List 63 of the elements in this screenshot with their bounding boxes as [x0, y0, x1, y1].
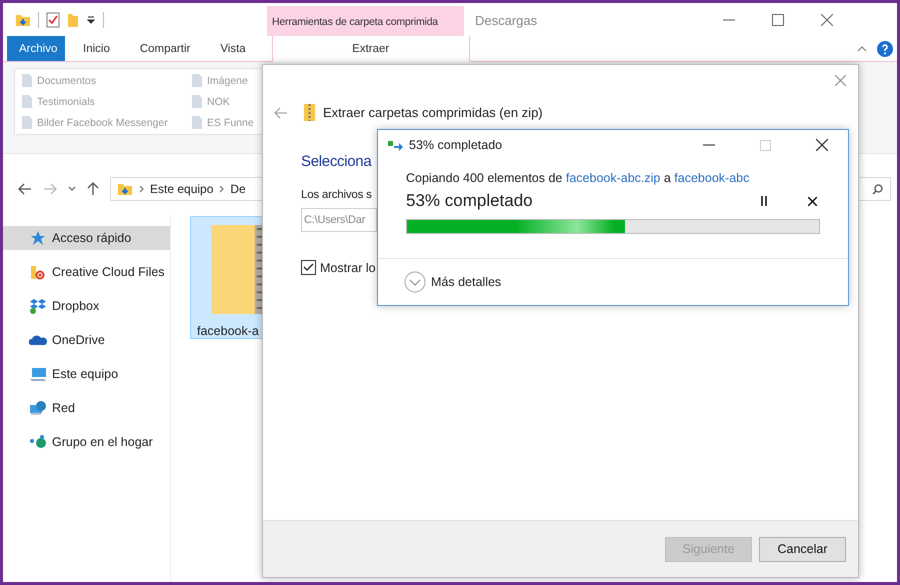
collapse-ribbon-icon[interactable] — [857, 45, 867, 52]
help-icon[interactable] — [877, 40, 893, 56]
maximize-icon — [760, 140, 771, 150]
back-arrow-icon[interactable] — [18, 183, 32, 195]
computer-icon — [29, 366, 47, 382]
folder-icon — [191, 94, 203, 109]
file-item[interactable]: facebook-a — [190, 216, 265, 339]
zip-folder-icon — [304, 104, 315, 121]
window-title: Descargas — [474, 12, 538, 30]
up-arrow-icon[interactable] — [87, 182, 99, 196]
sidebar-item[interactable]: Creative Cloud Files — [3, 260, 170, 284]
progress-status: 53% completado — [406, 191, 533, 211]
breadcrumb[interactable]: Este equipo — [150, 182, 214, 196]
more-details-button[interactable]: Más detalles — [404, 271, 502, 293]
sidebar-item[interactable]: Este equipo — [3, 362, 170, 386]
close-icon[interactable] — [816, 139, 828, 151]
copy-message: Copiando 400 elementos de facebook-abc.zip a facebook-abc — [406, 171, 750, 185]
folder-icon — [117, 182, 133, 196]
check-icon — [303, 263, 314, 272]
maximize-icon[interactable] — [772, 14, 784, 26]
copy-icon — [388, 139, 404, 151]
ribbon-tab[interactable]: Inicio — [71, 36, 122, 61]
search-icon — [872, 184, 883, 194]
checkbox[interactable] — [301, 260, 316, 275]
folder-icon — [21, 73, 33, 88]
ribbon-tab[interactable]: Extraer — [272, 36, 470, 62]
dialog-title: 53% completado — [409, 138, 502, 152]
close-icon[interactable] — [808, 196, 817, 206]
sidebar-item[interactable]: Dropbox — [3, 294, 170, 318]
sidebar-item[interactable]: Acceso rápido — [3, 226, 170, 250]
folder-icon — [29, 264, 47, 280]
dialog-button[interactable]: Cancelar — [759, 536, 846, 562]
folder-icon — [191, 73, 203, 88]
destination-field[interactable]: C:\Users\Dar — [301, 208, 377, 232]
breadcrumb[interactable]: De — [230, 182, 246, 196]
ribbon-tab[interactable]: Archivo — [7, 36, 65, 61]
caret-icon[interactable] — [86, 14, 96, 24]
homegroup-icon — [29, 434, 47, 450]
folder-link[interactable]: facebook-abc — [674, 171, 750, 185]
network-icon — [29, 400, 47, 416]
folder-link[interactable]: facebook-abc.zip — [566, 171, 660, 185]
cloud-icon — [29, 334, 47, 346]
dialog-title: Extraer carpetas comprimidas (en zip) — [323, 105, 543, 120]
sidebar-item[interactable]: Grupo en el hogar — [3, 430, 170, 454]
dropbox-icon — [29, 298, 47, 314]
sidebar-item[interactable]: Red — [3, 396, 170, 420]
pause-icon[interactable] — [760, 196, 768, 206]
folder-icon — [21, 94, 33, 109]
chevron-right-icon — [219, 185, 224, 193]
folder-icon — [191, 115, 203, 130]
chevron-right-icon — [139, 185, 144, 193]
dialog-heading: Selecciona — [301, 153, 372, 170]
checkbox-label: Mostrar lo — [320, 260, 376, 274]
ribbon-tab[interactable]: Compartir — [128, 36, 202, 61]
properties-icon[interactable] — [46, 12, 60, 28]
chevron-down-icon — [404, 271, 426, 293]
ribbon-tab[interactable]: Vista — [208, 36, 258, 61]
star-icon — [29, 230, 47, 246]
context-tab-header: Herramientas de carpeta comprimida — [267, 6, 464, 36]
folder-icon — [21, 115, 33, 130]
field-label: Los archivos s — [301, 189, 372, 201]
sidebar-item[interactable]: OneDrive — [3, 328, 170, 352]
chevron-down-icon[interactable] — [68, 186, 76, 192]
